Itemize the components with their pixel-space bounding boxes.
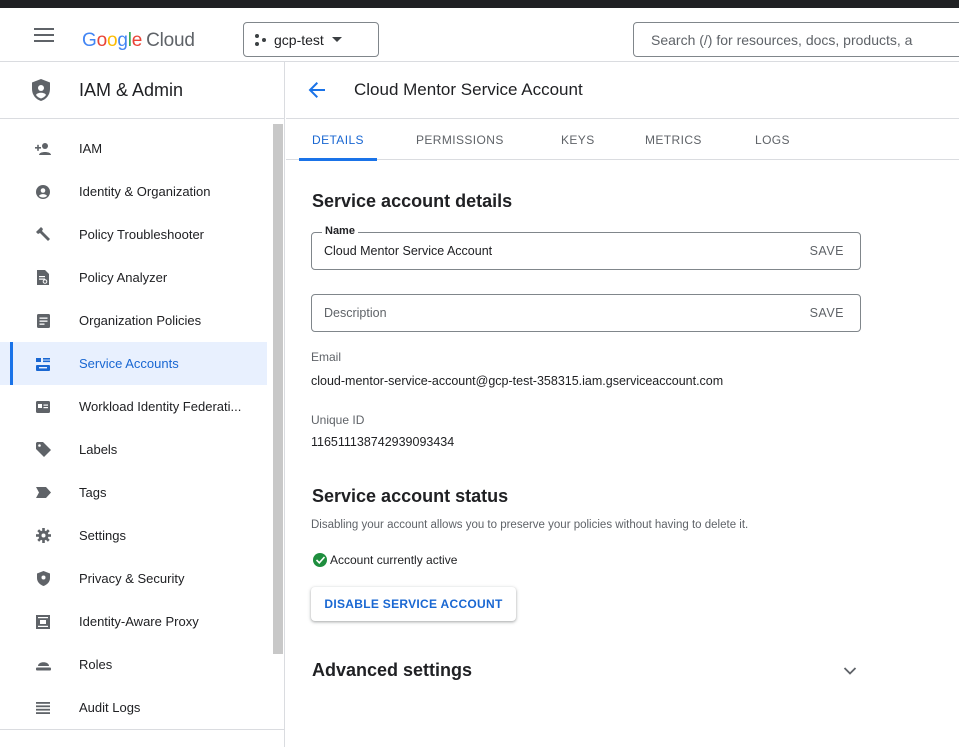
sidebar-nav: IAM Identity & Organization Policy Troub… bbox=[0, 119, 284, 729]
google-cloud-logo[interactable]: Google Cloud bbox=[82, 30, 195, 52]
sidebar-item-roles[interactable]: Roles bbox=[0, 643, 267, 686]
name-field: Name SAVE bbox=[311, 225, 861, 270]
sidebar-item-label: Identity-Aware Proxy bbox=[79, 614, 199, 629]
sidebar-item-tags[interactable]: Tags bbox=[0, 471, 267, 514]
sidebar-item-identity-aware-proxy[interactable]: Identity-Aware Proxy bbox=[0, 600, 267, 643]
sidebar-item-label: Settings bbox=[79, 528, 126, 543]
sidebar-item-organization-policies[interactable]: Organization Policies bbox=[0, 299, 267, 342]
tab-logs[interactable]: LOGS bbox=[755, 120, 790, 160]
sidebar-scrollbar[interactable] bbox=[273, 124, 283, 654]
proxy-icon bbox=[35, 614, 51, 630]
sidebar-item-label: Identity & Organization bbox=[79, 184, 211, 199]
sidebar-item-label: Privacy & Security bbox=[79, 571, 185, 586]
check-circle-icon bbox=[313, 553, 327, 567]
status-indicator: Account currently active bbox=[313, 553, 457, 567]
sidebar-item-identity-organization[interactable]: Identity & Organization bbox=[0, 170, 267, 213]
browser-top-strip bbox=[0, 0, 959, 8]
shield-icon bbox=[32, 79, 50, 101]
top-header: Google Cloud gcp-test bbox=[0, 8, 959, 62]
tab-keys[interactable]: KEYS bbox=[561, 120, 595, 160]
unique-id-value: 116511138742939093434 bbox=[311, 435, 455, 449]
description-input[interactable] bbox=[312, 295, 782, 331]
save-description-button[interactable]: SAVE bbox=[810, 295, 844, 331]
caret-down-icon bbox=[331, 37, 342, 42]
email-label: Email bbox=[311, 350, 342, 364]
tab-bar: DETAILS PERMISSIONS KEYS METRICS LOGS bbox=[286, 120, 959, 161]
service-account-details-heading: Service account details bbox=[312, 191, 513, 211]
sidebar-item-label: Audit Logs bbox=[79, 700, 141, 715]
tab-metrics[interactable]: METRICS bbox=[645, 120, 702, 160]
sidebar: IAM & Admin IAM Identity & Organization … bbox=[0, 62, 285, 747]
sidebar-item-policy-troubleshooter[interactable]: Policy Troubleshooter bbox=[0, 213, 267, 256]
sidebar-item-workload-identity-federation[interactable]: Workload Identity Federati... bbox=[0, 385, 267, 428]
account-circle-icon bbox=[35, 184, 51, 200]
page-title: Cloud Mentor Service Account bbox=[354, 80, 583, 99]
gear-icon bbox=[35, 528, 51, 544]
save-name-button[interactable]: SAVE bbox=[810, 233, 844, 269]
badge-icon bbox=[35, 399, 51, 415]
hamburger-menu-icon[interactable] bbox=[34, 28, 54, 42]
sidebar-item-settings[interactable]: Settings bbox=[0, 514, 267, 557]
sidebar-item-label: Organization Policies bbox=[79, 313, 202, 328]
arrow-back-icon[interactable] bbox=[306, 79, 328, 101]
sidebar-item-label: Roles bbox=[79, 657, 113, 672]
sidebar-item-label: Tags bbox=[79, 485, 107, 500]
logo-cloud-text: Cloud bbox=[146, 30, 195, 51]
chevron-down-icon bbox=[843, 667, 857, 675]
sidebar-item-label: Policy Troubleshooter bbox=[79, 227, 205, 242]
project-selector[interactable]: gcp-test bbox=[243, 22, 379, 57]
document-search-icon bbox=[35, 270, 51, 286]
roles-icon bbox=[35, 657, 51, 673]
sidebar-item-iam[interactable]: IAM bbox=[0, 127, 267, 170]
policy-doc-icon bbox=[35, 313, 51, 329]
page-header: Cloud Mentor Service Account bbox=[286, 62, 959, 119]
sidebar-item-audit-logs[interactable]: Audit Logs bbox=[0, 686, 267, 729]
sidebar-divider bbox=[0, 729, 285, 730]
search-input[interactable] bbox=[633, 22, 959, 57]
sidebar-item-policy-analyzer[interactable]: Policy Analyzer bbox=[0, 256, 267, 299]
sidebar-item-label: Policy Analyzer bbox=[79, 270, 168, 285]
person-add-icon bbox=[35, 141, 51, 157]
status-text: Account currently active bbox=[330, 553, 458, 567]
service-account-status-heading: Service account status bbox=[312, 486, 509, 506]
sidebar-item-label: Labels bbox=[79, 442, 118, 457]
shield-small-icon bbox=[35, 571, 51, 587]
description-field: SAVE bbox=[311, 294, 861, 332]
label-icon bbox=[35, 442, 51, 458]
sidebar-item-labels[interactable]: Labels bbox=[0, 428, 267, 471]
sidebar-item-label: Service Accounts bbox=[79, 356, 179, 371]
unique-id-label: Unique ID bbox=[311, 413, 365, 427]
project-label: gcp-test bbox=[274, 31, 324, 48]
tab-permissions[interactable]: PERMISSIONS bbox=[416, 120, 504, 160]
sidebar-item-label: IAM bbox=[79, 141, 103, 156]
sidebar-item-label: Workload Identity Federati... bbox=[79, 399, 242, 414]
sidebar-item-service-accounts[interactable]: Service Accounts bbox=[0, 342, 267, 385]
tab-details[interactable]: DETAILS bbox=[299, 120, 377, 161]
service-account-icon bbox=[35, 356, 51, 372]
sidebar-header: IAM & Admin bbox=[0, 62, 284, 119]
project-dots-icon bbox=[255, 33, 267, 46]
advanced-settings-heading: Advanced settings bbox=[312, 660, 473, 680]
tag-icon bbox=[35, 485, 51, 501]
email-value: cloud-mentor-service-account@gcp-test-35… bbox=[311, 374, 724, 388]
list-icon bbox=[35, 700, 51, 716]
sidebar-title: IAM & Admin bbox=[79, 79, 184, 100]
name-input[interactable] bbox=[312, 233, 782, 269]
wrench-icon bbox=[35, 227, 51, 243]
status-description: Disabling your account allows you to pre… bbox=[311, 519, 749, 531]
advanced-settings-toggle[interactable]: Advanced settings bbox=[312, 660, 862, 686]
disable-service-account-button[interactable]: DISABLE SERVICE ACCOUNT bbox=[311, 587, 516, 621]
sidebar-item-privacy-security[interactable]: Privacy & Security bbox=[0, 557, 267, 600]
